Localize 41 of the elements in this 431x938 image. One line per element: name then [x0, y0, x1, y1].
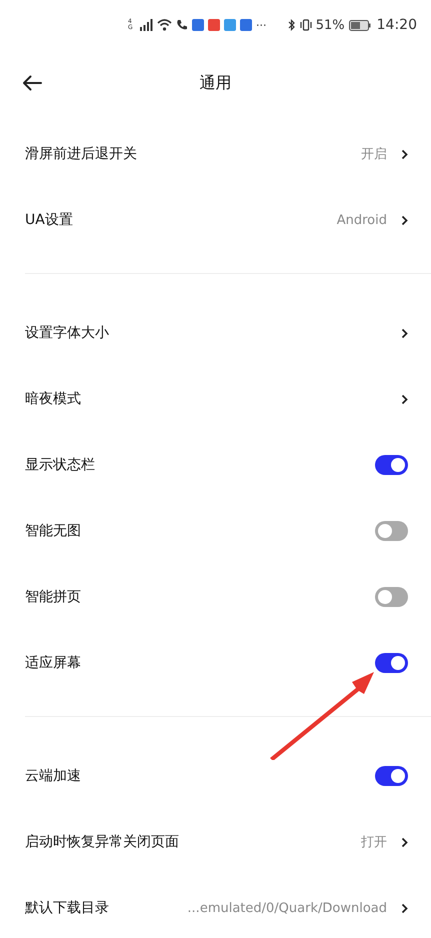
app-icon [208, 19, 220, 31]
app-icon [192, 19, 204, 31]
back-icon[interactable] [22, 75, 42, 91]
bluetooth-icon [288, 19, 296, 31]
settings-row[interactable]: 显示状态栏 [0, 432, 431, 498]
phone-icon [176, 19, 188, 31]
app-icon [240, 19, 252, 31]
toggle-switch[interactable] [375, 455, 408, 475]
page-title: 通用 [200, 72, 232, 94]
signal-icon [140, 19, 153, 31]
battery-percent: 51% [316, 18, 345, 32]
toggle-switch[interactable] [375, 766, 408, 786]
toggle-switch[interactable] [375, 521, 408, 541]
wifi-icon [157, 19, 172, 31]
settings-row[interactable]: 设置字体大小 [0, 300, 431, 366]
chevron-icon [401, 394, 408, 404]
more-label: ··· [256, 18, 266, 32]
chevron-icon [401, 836, 408, 848]
settings-row[interactable]: 适应屏幕 [0, 630, 431, 696]
chevron-icon [401, 328, 408, 338]
settings-row[interactable]: 滑屏前进后退开关 开启 [0, 121, 431, 187]
app-icon [224, 19, 236, 31]
vibrate-icon [300, 19, 312, 31]
chevron-icon [401, 148, 408, 160]
settings-row[interactable]: 暗夜模式 [0, 366, 431, 432]
setting-value: 开启 [361, 146, 387, 163]
settings-row[interactable]: UA设置 Android [0, 187, 431, 253]
battery-icon [348, 20, 371, 30]
toggle-switch[interactable] [375, 653, 408, 673]
setting-value: 打开 [361, 834, 387, 851]
chevron-icon [401, 214, 408, 226]
settings-row[interactable]: 默认下载目录 ...emulated/0/Quark/Download [0, 875, 431, 938]
setting-value: Android [336, 212, 387, 228]
settings-row[interactable]: 云端加速 [0, 743, 431, 809]
settings-row[interactable]: 智能无图 [0, 498, 431, 564]
settings-row[interactable]: 智能拼页 [0, 564, 431, 630]
chevron-icon [401, 902, 408, 914]
clock: 14:20 [376, 17, 417, 33]
toggle-switch[interactable] [375, 587, 408, 607]
setting-value: ...emulated/0/Quark/Download [187, 900, 387, 916]
settings-row[interactable]: 启动时恢复异常关闭页面 打开 [0, 809, 431, 875]
